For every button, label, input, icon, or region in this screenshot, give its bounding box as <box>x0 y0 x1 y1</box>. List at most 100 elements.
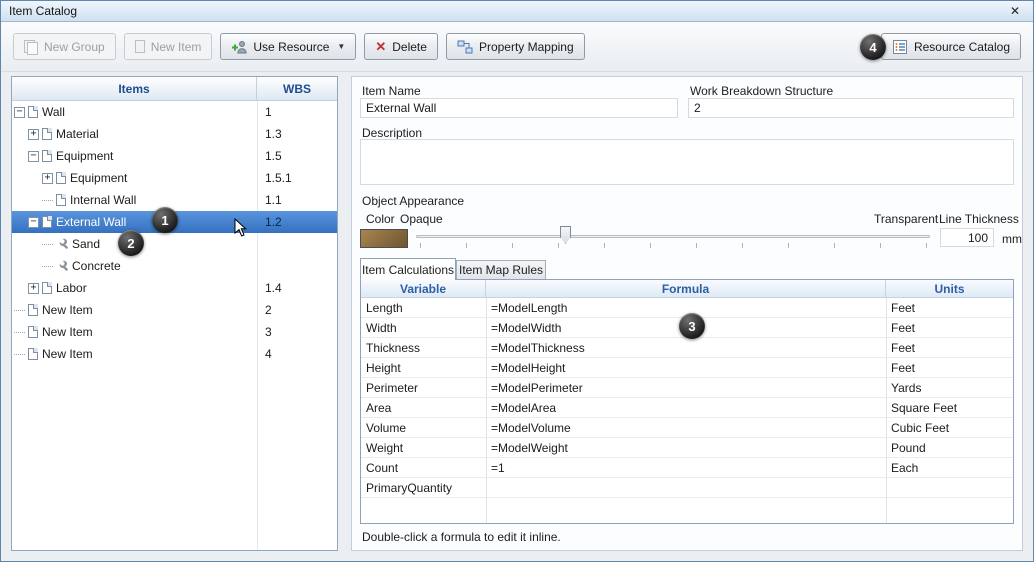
collapse-icon[interactable]: − <box>28 150 39 162</box>
tree-connector <box>42 243 53 245</box>
collapse-icon[interactable]: − <box>14 106 25 118</box>
transparency-slider-thumb[interactable] <box>560 226 571 244</box>
use-resource-label: Use Resource <box>253 39 330 54</box>
variable-cell: Weight <box>366 440 404 455</box>
item-tree-panel: Items WBS − Wall 1 + Material 1.3 − Equi… <box>11 76 338 551</box>
tree-row-new-item-2[interactable]: New Item 2 <box>12 299 337 321</box>
use-resource-button[interactable]: Use Resource ▼ <box>220 33 357 60</box>
wbs-value: 2 <box>265 303 272 317</box>
tree-row-equipment[interactable]: − Equipment 1.5 <box>12 145 337 167</box>
transparent-label: Transparent <box>874 212 939 226</box>
formula-table-header: Variable Formula Units <box>361 280 1013 298</box>
tree-row-concrete[interactable]: Concrete <box>12 255 337 277</box>
property-mapping-button[interactable]: Property Mapping <box>445 33 585 60</box>
table-row-height[interactable]: Height =ModelHeight Feet <box>361 358 1013 378</box>
resource-wrench-icon <box>59 238 68 249</box>
wbs-value <box>257 255 337 277</box>
variable-cell: Height <box>366 360 401 375</box>
tree-row-internal-wall[interactable]: Internal Wall 1.1 <box>12 189 337 211</box>
tree-connector <box>42 199 53 201</box>
transparency-slider-track[interactable] <box>416 235 930 238</box>
dropdown-arrow-icon: ▼ <box>337 41 346 51</box>
tab-item-map-rules[interactable]: Item Map Rules <box>456 260 546 279</box>
item-name-label: Item Name <box>362 84 421 98</box>
tree-cell: − Equipment <box>12 145 257 167</box>
tree-cell: New Item <box>12 299 257 321</box>
units-cell: Square Feet <box>891 400 958 415</box>
wbs-label: Work Breakdown Structure <box>690 84 834 98</box>
variable-cell: Perimeter <box>366 380 419 395</box>
item-name-input[interactable] <box>360 98 678 118</box>
formula-cell[interactable]: =ModelHeight <box>486 361 886 375</box>
table-row-primary-quantity[interactable]: PrimaryQuantity <box>361 478 1013 498</box>
item-page-icon <box>42 128 52 140</box>
tree-row-labor[interactable]: + Labor 1.4 <box>12 277 337 299</box>
table-row-volume[interactable]: Volume =ModelVolume Cubic Feet <box>361 418 1013 438</box>
formula-cell[interactable]: =ModelWeight <box>486 441 886 455</box>
tree-cell: Internal Wall <box>12 189 257 211</box>
tree-row-equipment-child[interactable]: + Equipment 1.5.1 <box>12 167 337 189</box>
tree-row-material[interactable]: + Material 1.3 <box>12 123 337 145</box>
window-title: Item Catalog <box>9 4 78 18</box>
table-row-area[interactable]: Area =ModelArea Square Feet <box>361 398 1013 418</box>
new-item-button[interactable]: New Item <box>123 33 213 60</box>
tree-row-wall[interactable]: − Wall 1 <box>12 101 337 123</box>
wbs-value: 1.2 <box>265 215 282 229</box>
table-row-thickness[interactable]: Thickness =ModelThickness Feet <box>361 338 1013 358</box>
wbs-value: 1.4 <box>265 281 282 295</box>
tree-rows: − Wall 1 + Material 1.3 − Equipment 1.5 … <box>12 101 337 365</box>
tree-item-label: Wall <box>42 105 65 119</box>
expand-icon[interactable]: + <box>28 282 39 294</box>
new-group-label: New Group <box>44 39 105 54</box>
formula-cell[interactable]: =ModelLength <box>486 301 886 315</box>
delete-button[interactable]: ✕ Delete <box>364 33 438 60</box>
tree-item-label: Material <box>56 127 99 141</box>
wbs-value: 3 <box>265 325 272 339</box>
units-cell: Feet <box>891 340 916 355</box>
callout-badge-3: 3 <box>679 313 705 339</box>
variable-cell: Count <box>366 460 399 475</box>
tree-item-label: Labor <box>56 281 87 295</box>
description-textarea[interactable] <box>360 139 1014 185</box>
units-cell: Each <box>891 460 919 475</box>
tab-item-calculations[interactable]: Item Calculations <box>360 258 456 280</box>
wbs-column-header[interactable]: WBS <box>257 77 337 100</box>
color-swatch[interactable] <box>360 229 408 248</box>
items-column-header[interactable]: Items <box>12 77 257 100</box>
tree-cell: + Equipment <box>12 167 257 189</box>
mouse-cursor <box>234 218 247 237</box>
formula-cell[interactable]: =1 <box>486 461 886 475</box>
formula-cell[interactable]: =ModelPerimeter <box>486 381 886 395</box>
tree-connector <box>14 331 25 333</box>
new-item-icon <box>134 40 145 53</box>
tree-row-new-item-4[interactable]: New Item 4 <box>12 343 337 365</box>
variable-cell: Area <box>366 400 392 415</box>
delete-label: Delete <box>392 39 427 54</box>
units-column-header[interactable]: Units <box>886 280 1013 297</box>
formula-cell[interactable]: =ModelVolume <box>486 421 886 435</box>
table-row-count[interactable]: Count =1 Each <box>361 458 1013 478</box>
line-thickness-input[interactable] <box>940 228 994 247</box>
tree-row-sand[interactable]: Sand <box>12 233 337 255</box>
tree-item-label: Internal Wall <box>70 193 137 207</box>
table-row-weight[interactable]: Weight =ModelWeight Pound <box>361 438 1013 458</box>
resource-catalog-button[interactable]: Resource Catalog <box>880 33 1021 60</box>
slider-tick-marks <box>420 243 928 248</box>
close-button[interactable]: ✕ <box>1005 3 1025 19</box>
formula-cell[interactable]: =ModelArea <box>486 401 886 415</box>
new-group-button[interactable]: New Group <box>13 33 116 60</box>
expand-icon[interactable]: + <box>42 172 53 184</box>
tree-cell: − Wall <box>12 101 257 123</box>
formula-column-header[interactable]: Formula <box>486 280 886 297</box>
wbs-input[interactable] <box>688 98 1014 118</box>
callout-badge-4: 4 <box>860 34 886 60</box>
collapse-icon[interactable]: − <box>28 216 39 228</box>
variable-column-header[interactable]: Variable <box>361 280 486 297</box>
item-page-icon <box>28 326 38 338</box>
table-row-perimeter[interactable]: Perimeter =ModelPerimeter Yards <box>361 378 1013 398</box>
expand-icon[interactable]: + <box>28 128 39 140</box>
callout-badge-1: 1 <box>152 207 178 233</box>
tree-row-new-item-3[interactable]: New Item 3 <box>12 321 337 343</box>
formula-cell[interactable]: =ModelThickness <box>486 341 886 355</box>
tree-item-label: Equipment <box>56 149 114 163</box>
